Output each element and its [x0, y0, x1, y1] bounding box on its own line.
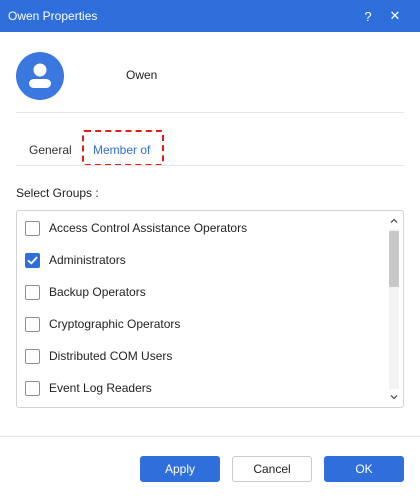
group-label: Access Control Assistance Operators [49, 221, 248, 235]
group-checkbox[interactable] [25, 220, 40, 236]
list-item[interactable]: Event Log Readers [25, 376, 152, 400]
close-button[interactable]: ✕ [386, 7, 404, 25]
list-item[interactable]: Administrators [25, 248, 126, 272]
checkmark-icon [27, 256, 38, 264]
groups-listbox[interactable]: Access Control Assistance Operators Admi… [16, 210, 404, 408]
scroll-thumb[interactable] [389, 231, 399, 287]
group-checkbox-checked[interactable] [25, 252, 40, 268]
tab-general[interactable]: General [29, 143, 72, 157]
user-avatar-icon [16, 52, 64, 100]
ok-button[interactable]: OK [324, 456, 404, 482]
group-checkbox[interactable] [25, 380, 40, 396]
user-name: Owen [126, 68, 158, 82]
cancel-button[interactable]: Cancel [232, 456, 312, 482]
select-groups-label: Select Groups : [16, 186, 99, 200]
group-label: Backup Operators [49, 285, 146, 299]
scroll-up-icon[interactable] [388, 215, 400, 227]
group-checkbox[interactable] [25, 348, 40, 364]
list-item[interactable]: Distributed COM Users [25, 344, 172, 368]
window-title: Owen Properties [8, 9, 98, 23]
group-label: Administrators [49, 253, 126, 267]
tab-divider [16, 165, 404, 166]
group-checkbox[interactable] [25, 284, 40, 300]
group-label: Cryptographic Operators [49, 317, 181, 331]
group-checkbox[interactable] [25, 316, 40, 332]
footer-divider [0, 436, 420, 437]
list-scrollbar[interactable] [385, 213, 403, 405]
help-button[interactable]: ? [359, 7, 377, 25]
list-item[interactable]: Access Control Assistance Operators [25, 216, 247, 240]
group-label: Event Log Readers [49, 381, 152, 395]
group-label: Distributed COM Users [49, 349, 173, 363]
scroll-down-icon[interactable] [388, 391, 400, 403]
apply-button[interactable]: Apply [140, 456, 220, 482]
list-item[interactable]: Backup Operators [25, 280, 146, 304]
list-item[interactable]: Cryptographic Operators [25, 312, 180, 336]
header-divider [16, 112, 404, 113]
title-bar: Owen Properties ? ✕ [0, 0, 420, 32]
tab-highlight-annotation [82, 130, 164, 166]
